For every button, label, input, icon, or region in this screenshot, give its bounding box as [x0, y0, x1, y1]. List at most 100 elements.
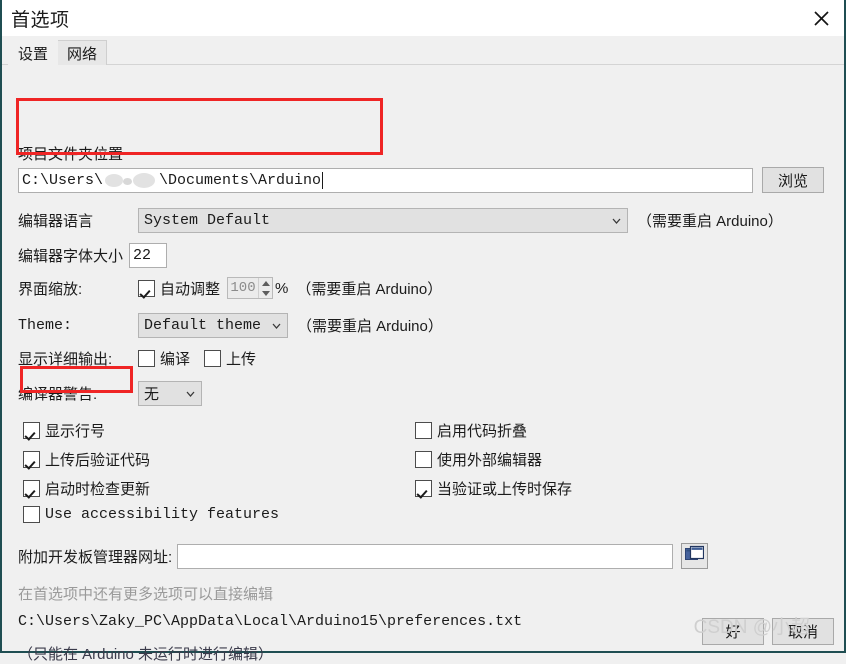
redacted-username [103, 171, 160, 189]
editor-language-row: 编辑器语言 System Default （需要重启 Arduino） [18, 208, 783, 233]
interface-scale-stepper[interactable]: 100 [227, 277, 274, 299]
accessibility-features-checkbox[interactable]: Use accessibility features [23, 506, 279, 523]
verify-after-upload-checkbox[interactable]: 上传后验证代码 [23, 449, 150, 470]
theme-row: Theme: Default theme （需要重启 Arduino） [18, 313, 443, 338]
checkbox-box [138, 350, 155, 367]
theme-select[interactable]: Default theme [138, 313, 288, 338]
editor-font-size-input[interactable]: 22 [129, 243, 168, 268]
verbose-upload-label: 上传 [226, 351, 257, 368]
editor-font-size-value: 22 [133, 247, 152, 264]
checkbox-box [138, 279, 155, 297]
checkbox-box [23, 451, 40, 468]
checkbox-box [23, 506, 40, 523]
compiler-warnings-label: 编译器警告: [18, 386, 98, 403]
show-line-numbers-checkbox[interactable]: 显示行号 [23, 420, 105, 441]
save-on-verify-checkbox[interactable]: 当验证或上传时保存 [415, 478, 572, 499]
close-button[interactable] [798, 0, 844, 36]
verbose-output-row: 显示详细输出: 编译 上传 [18, 348, 256, 369]
browse-button-label: 浏览 [777, 172, 808, 190]
editor-language-restart-hint: （需要重启 Arduino） [637, 213, 783, 230]
stepper-arrows[interactable] [258, 278, 273, 298]
stepper-up-button[interactable] [259, 278, 272, 288]
more-preferences-note: 在首选项中还有更多选项可以直接编辑 [18, 583, 273, 604]
ok-button-label: 好 [725, 624, 741, 641]
interface-scale-value: 100 [230, 280, 256, 296]
sketchbook-path-prefix: C:\Users\ [22, 171, 104, 189]
editor-language-label: 编辑器语言 [18, 213, 94, 230]
triangle-up-icon [261, 280, 270, 286]
preferences-file-path: C:\Users\Zaky_PC\AppData\Local\Arduino15… [18, 613, 522, 630]
compiler-warnings-row: 编译器警告: 无 [18, 381, 202, 406]
stepper-down-button[interactable] [259, 288, 272, 298]
tab-network-label: 网络 [67, 45, 98, 63]
checkbox-box [23, 422, 40, 439]
verbose-compile-label: 编译 [160, 351, 191, 368]
sketchbook-path-input[interactable]: C:\Users\ \Documents\Arduino [18, 167, 753, 193]
check-updates-on-startup-label: 启动时检查更新 [45, 481, 151, 498]
tab-strip: 设置 网络 [2, 36, 844, 65]
board-manager-urls-label: 附加开发板管理器网址: [18, 548, 173, 566]
title-bar: 首选项 [2, 0, 844, 36]
editor-font-size-label: 编辑器字体大小 [18, 248, 124, 265]
interface-scale-label: 界面缩放: [18, 280, 83, 298]
editor-language-select[interactable]: System Default [138, 208, 628, 233]
more-preferences-text: 在首选项中还有更多选项可以直接编辑 [18, 586, 274, 603]
text-caret [322, 171, 324, 189]
board-manager-urls-input[interactable] [177, 543, 674, 569]
compiler-warnings-select[interactable]: 无 [138, 381, 202, 406]
external-editor-label: 使用外部编辑器 [437, 452, 543, 469]
show-line-numbers-label: 显示行号 [45, 423, 106, 440]
theme-restart-hint: （需要重启 Arduino） [297, 318, 443, 335]
accessibility-features-label: Use accessibility features [45, 506, 280, 523]
interface-scale-restart-hint: （需要重启 Arduino） [296, 280, 443, 298]
verbose-output-label: 显示详细输出: [18, 351, 113, 368]
settings-panel: 项目文件夹位置 C:\Users\ \Documents\Arduino 浏览 … [2, 65, 844, 663]
verbose-upload-checkbox[interactable]: 上传 [204, 348, 256, 369]
checkbox-box [23, 480, 40, 497]
verify-after-upload-label: 上传后验证代码 [45, 452, 151, 469]
cancel-button[interactable]: 取消 [772, 618, 834, 645]
checkbox-box [415, 480, 432, 497]
save-on-verify-label: 当验证或上传时保存 [437, 481, 573, 498]
code-folding-label: 启用代码折叠 [437, 423, 528, 440]
compiler-warnings-value: 无 [144, 386, 160, 403]
verbose-compile-checkbox[interactable]: 编译 [138, 348, 190, 369]
edit-note-text: （只能在 Arduino 未运行时进行编辑） [18, 646, 274, 663]
theme-label: Theme: [18, 317, 73, 334]
preferences-file-path-text: C:\Users\Zaky_PC\AppData\Local\Arduino15… [18, 613, 523, 630]
check-updates-on-startup-checkbox[interactable]: 启动时检查更新 [23, 478, 150, 499]
board-manager-urls-row: 附加开发板管理器网址: [18, 543, 709, 569]
browse-button[interactable]: 浏览 [762, 167, 824, 193]
interface-scale-unit: % [275, 279, 289, 297]
interface-scale-row: 界面缩放: 自动调整 100 % （需要重启 Arduino） [18, 277, 442, 299]
dialog-button-bar: 好 取消 [702, 618, 834, 645]
tab-settings-label: 设置 [18, 45, 49, 63]
board-urls-expand-button[interactable] [681, 543, 709, 569]
tab-network[interactable]: 网络 [57, 40, 108, 65]
chevron-down-icon [272, 323, 281, 329]
preferences-dialog: 首选项 设置 网络 项目文件夹位置 C:\Users\ \Documents\A… [0, 0, 846, 663]
sketchbook-path-suffix: \Documents\Arduino [159, 171, 322, 189]
sketchbook-path-row: C:\Users\ \Documents\Arduino 浏览 [18, 167, 824, 193]
checkbox-box [204, 350, 222, 367]
chevron-down-icon [612, 218, 621, 224]
checkbox-box [415, 422, 432, 439]
editor-font-size-row: 编辑器字体大小 22 [18, 243, 168, 268]
triangle-down-icon [261, 290, 270, 296]
window-title: 首选项 [11, 9, 70, 31]
close-icon [813, 10, 830, 27]
ok-button[interactable]: 好 [702, 618, 764, 645]
chevron-down-icon [186, 391, 195, 397]
tab-settings[interactable]: 设置 [8, 40, 59, 65]
checkbox-box [415, 451, 432, 468]
code-folding-checkbox[interactable]: 启用代码折叠 [415, 420, 527, 441]
external-editor-checkbox[interactable]: 使用外部编辑器 [415, 449, 542, 470]
sketchbook-label-row: 项目文件夹位置 [18, 143, 123, 164]
theme-value: Default theme [144, 317, 262, 334]
edit-note: （只能在 Arduino 未运行时进行编辑） [18, 643, 273, 664]
sketchbook-location-label: 项目文件夹位置 [18, 146, 124, 163]
cascade-windows-icon [685, 545, 705, 567]
interface-scale-auto-checkbox[interactable]: 自动调整 [138, 278, 220, 299]
editor-language-value: System Default [144, 212, 271, 229]
cancel-button-label: 取消 [787, 624, 818, 641]
